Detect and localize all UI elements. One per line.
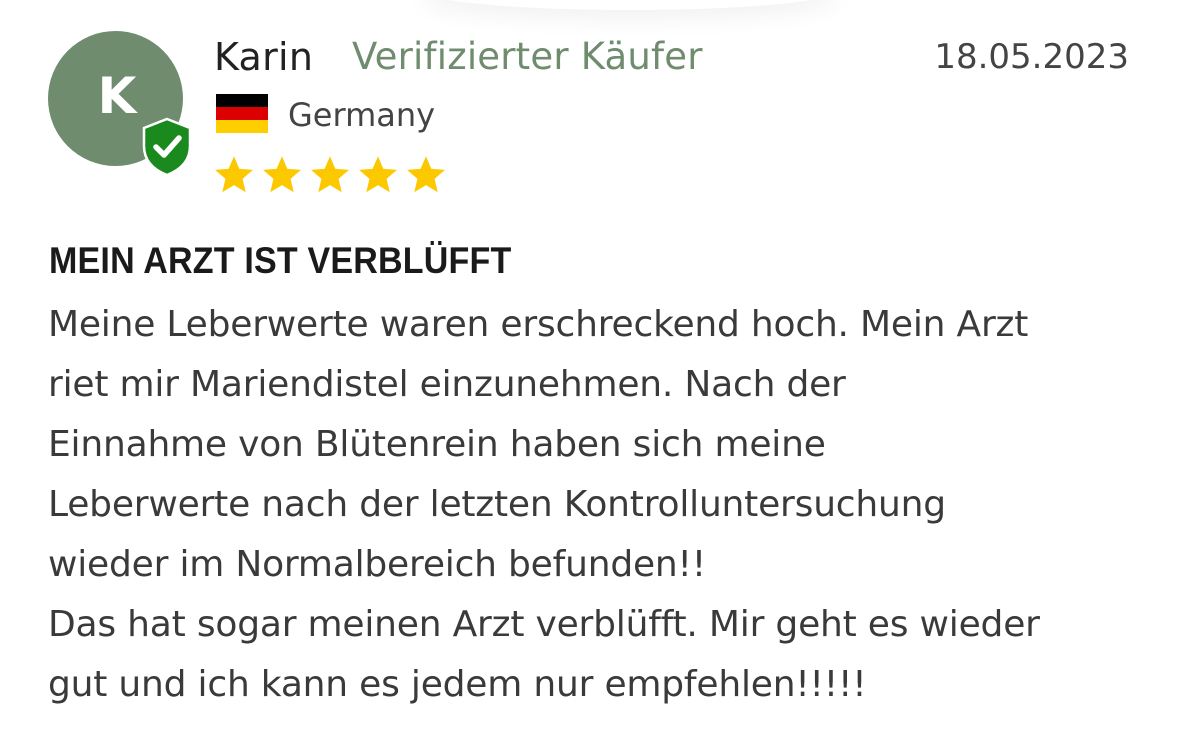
avatar-initial: K (97, 66, 137, 125)
top-shadow-decoration (420, 0, 840, 10)
review-body-line: Meine Leberwerte waren erschreckend hoch… (48, 304, 1029, 345)
review-date: 18.05.2023 (934, 37, 1129, 77)
flag-stripe-gold (216, 120, 268, 133)
verified-shield-check-icon (142, 117, 192, 177)
star-icon (263, 156, 301, 193)
review-title: MEIN ARZT IST VERBLÜFFT (49, 240, 512, 281)
star-icon (311, 156, 349, 193)
review-body-line: Leberwerte nach der letzten Kontrollunte… (48, 484, 946, 525)
star-rating (211, 153, 449, 197)
review-body-line: gut und ich kann es jedem nur empfehlen!… (48, 664, 867, 705)
germany-flag-icon (216, 94, 268, 133)
review-body-line: Das hat sogar meinen Arzt verblüfft. Mir… (48, 604, 1040, 645)
reviewer-name: Karin (214, 35, 314, 79)
star-icon (359, 156, 397, 193)
review-body: Meine Leberwerte waren erschreckend hoch… (48, 295, 1148, 715)
review-body-line: Einnahme von Blütenrein haben sich meine (48, 424, 826, 465)
review-body-line: wieder im Normalbereich befunden!! (48, 544, 707, 585)
verified-buyer-label: Verifizierter Käufer (352, 35, 703, 78)
flag-stripe-red (216, 107, 268, 120)
star-icon (407, 156, 445, 193)
reviewer-country: Germany (288, 96, 436, 134)
review-body-line: riet mir Mariendistel einzunehmen. Nach … (48, 364, 846, 405)
star-icon (215, 156, 253, 193)
flag-stripe-black (216, 94, 268, 107)
